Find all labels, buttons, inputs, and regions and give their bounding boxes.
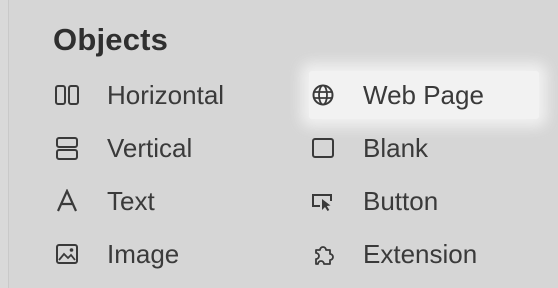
extension-icon [309, 240, 337, 268]
button-icon [309, 187, 337, 215]
image-icon [53, 240, 81, 268]
globe-icon [309, 81, 337, 109]
object-web-page[interactable]: Web Page [309, 71, 539, 119]
object-label: Blank [363, 132, 429, 163]
object-label: Extension [363, 238, 478, 269]
object-label: Web Page [363, 79, 484, 110]
object-image[interactable]: Image [53, 230, 283, 278]
objects-panel: Objects Horizontal Vertical Text Image W… [8, 0, 558, 288]
text-icon [53, 187, 81, 215]
blank-icon [309, 134, 337, 162]
object-button[interactable]: Button [309, 177, 539, 225]
object-label: Button [363, 185, 439, 216]
object-label: Vertical [107, 132, 193, 163]
object-extension[interactable]: Extension [309, 230, 539, 278]
object-label: Horizontal [107, 79, 225, 110]
object-label: Text [107, 185, 155, 216]
vertical-layout-icon [53, 134, 81, 162]
horizontal-layout-icon [53, 81, 81, 109]
object-label: Image [107, 238, 180, 269]
object-text[interactable]: Text [53, 177, 283, 225]
object-horizontal[interactable]: Horizontal [53, 71, 283, 119]
object-blank[interactable]: Blank [309, 124, 539, 172]
objects-heading: Objects [53, 22, 169, 57]
object-vertical[interactable]: Vertical [53, 124, 283, 172]
